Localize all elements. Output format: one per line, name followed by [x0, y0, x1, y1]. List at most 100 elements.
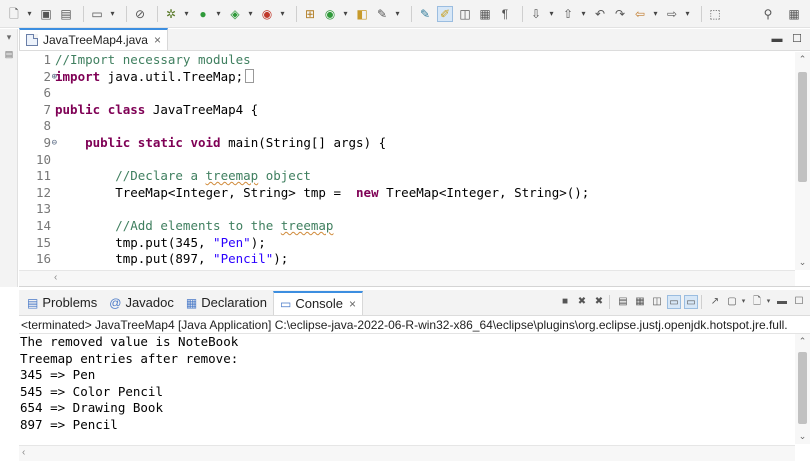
forward-dropdown-icon[interactable]: ▾	[684, 6, 691, 22]
code-line[interactable]: tmp.put(345, "Pen");	[55, 235, 781, 252]
coverage-dropdown-icon[interactable]: ▾	[247, 6, 254, 22]
clear-console-icon[interactable]: ▤	[616, 295, 630, 309]
scroll-up-icon[interactable]: ⌃	[795, 54, 810, 65]
code-line[interactable]	[55, 85, 781, 102]
run-icon[interactable]: ●	[195, 6, 211, 22]
save-all-icon[interactable]: ▤	[58, 6, 74, 22]
new-class-icon[interactable]: ◉	[322, 6, 338, 22]
search-dropdown-icon[interactable]: ▾	[394, 6, 401, 22]
editor-horizontal-scrollbar[interactable]: ‹	[19, 270, 795, 286]
scroll-thumb[interactable]	[798, 72, 807, 182]
code-token: new	[356, 184, 379, 200]
save-icon[interactable]: ▣	[38, 6, 54, 22]
back-dropdown-icon[interactable]: ▾	[652, 6, 659, 22]
scroll-up-icon[interactable]: ⌃	[795, 336, 810, 347]
run-dropdown-icon[interactable]: ▾	[215, 6, 222, 22]
next-annotation-dropdown-icon[interactable]: ▾	[548, 6, 555, 22]
last-edit-forward-icon[interactable]: ↷	[612, 6, 628, 22]
new-icon[interactable]: 🗋	[6, 6, 22, 22]
display-console-dropdown-icon[interactable]: ▾	[740, 295, 747, 309]
code-line[interactable]: TreeMap<Integer, String> tmp = new TreeM…	[55, 185, 781, 202]
package-explorer-icon[interactable]: ▾	[0, 32, 18, 46]
folded-block-icon[interactable]	[245, 68, 255, 83]
code-area[interactable]: 1 2 ⊕ 6 7 8 9 ⊖ 10 11 12 13 14 15 16 //Import necessar…	[19, 52, 810, 268]
back-icon[interactable]: ⇦	[632, 6, 648, 22]
minimize-icon[interactable]: ▬	[770, 32, 784, 46]
maximize-icon[interactable]: ☐	[790, 32, 804, 46]
scroll-left-icon[interactable]: ‹	[22, 447, 25, 458]
new-package-icon[interactable]: ⊞	[302, 6, 318, 22]
scroll-down-icon[interactable]: ⌄	[795, 257, 810, 268]
show-on-stderr-icon[interactable]: ▭	[684, 295, 698, 309]
scroll-lock-icon[interactable]: ▦	[633, 295, 647, 309]
close-icon[interactable]: ×	[154, 33, 161, 47]
debug-dropdown-icon[interactable]: ▾	[183, 6, 190, 22]
previous-annotation-icon[interactable]: ⇧	[560, 6, 576, 22]
remove-all-launches-icon[interactable]: ✖	[592, 295, 606, 309]
open-type-icon[interactable]: ◧	[354, 6, 370, 22]
display-console-icon[interactable]: ▢	[725, 295, 739, 309]
code-line[interactable]: //Import necessary modules	[55, 52, 781, 69]
perspective-icon[interactable]: ▦	[786, 6, 802, 22]
pin-icon[interactable]: ✎	[417, 6, 433, 22]
scroll-thumb[interactable]	[798, 352, 807, 424]
terminal-icon[interactable]: ▭	[89, 6, 105, 22]
tab-problems[interactable]: ▤ Problems	[21, 292, 103, 314]
terminal-dropdown-icon[interactable]: ▾	[109, 6, 116, 22]
outline-icon[interactable]: ▤	[0, 49, 18, 63]
debug-icon[interactable]: ✲	[163, 6, 179, 22]
toolbar-separator	[522, 5, 523, 22]
toggle-mark-occurrences-icon[interactable]: ✐	[437, 5, 453, 22]
block-selection-icon[interactable]: ◫	[457, 6, 473, 22]
code-line[interactable]	[55, 118, 781, 135]
pin-console-icon[interactable]: ↗	[708, 295, 722, 309]
skip-breakpoints-icon[interactable]: ⊘	[132, 6, 148, 22]
maximize-editor-icon[interactable]: ⬚	[707, 6, 723, 22]
code-line[interactable]: //Add elements to the treemap	[55, 218, 781, 235]
new-dropdown-icon[interactable]: ▾	[26, 6, 33, 22]
code-line[interactable]: tmp.put(897, "Pencil");	[55, 251, 781, 268]
editor-tab[interactable]: JavaTreeMap4.java ×	[19, 28, 168, 50]
code-text[interactable]: //Import necessary modules import java.ut…	[55, 52, 781, 268]
console-output[interactable]: The removed value is NoteBook Treemap ent…	[19, 334, 810, 442]
show-on-stdout-icon[interactable]: ▭	[667, 295, 681, 309]
code-token: );	[250, 234, 266, 250]
scroll-down-icon[interactable]: ⌄	[795, 431, 810, 442]
close-icon[interactable]: ×	[349, 297, 356, 311]
code-line[interactable]: public static void main(String[] args) {	[55, 135, 781, 152]
code-line[interactable]: import java.util.TreeMap;	[55, 68, 781, 86]
word-wrap-icon[interactable]: ▦	[477, 6, 493, 22]
code-line[interactable]: //Declare a treemap object	[55, 168, 781, 185]
external-tools-icon[interactable]: ◉	[259, 6, 275, 22]
code-token: java.util.TreeMap;	[100, 68, 244, 84]
tab-javadoc[interactable]: @ Javadoc	[103, 292, 180, 314]
last-edit-icon[interactable]: ↶	[592, 6, 608, 22]
code-line[interactable]	[55, 152, 781, 169]
external-tools-dropdown-icon[interactable]: ▾	[279, 6, 286, 22]
code-line[interactable]: public class JavaTreeMap4 {	[55, 102, 781, 119]
search-menu-icon[interactable]: ✎	[374, 6, 390, 22]
terminate-icon[interactable]: ■	[558, 295, 572, 309]
editor-vertical-scrollbar[interactable]: ⌃ ⌄	[795, 52, 810, 270]
code-line[interactable]	[55, 201, 781, 218]
minimize-icon[interactable]: ▬	[775, 295, 789, 309]
scroll-left-icon[interactable]: ‹	[54, 272, 57, 283]
next-annotation-icon[interactable]: ⇩	[528, 6, 544, 22]
remove-launch-icon[interactable]: ✖	[575, 295, 589, 309]
search-icon[interactable]: ⚲	[760, 6, 776, 22]
open-console-dropdown-icon[interactable]: ▾	[765, 295, 772, 309]
word-wrap-icon[interactable]: ◫	[650, 295, 664, 309]
console-vertical-scrollbar[interactable]: ⌃ ⌄	[795, 334, 810, 444]
console-horizontal-scrollbar[interactable]: ‹	[19, 445, 795, 461]
coverage-icon[interactable]: ◈	[227, 6, 243, 22]
console-line: 345 => Pen	[20, 367, 96, 383]
tab-declaration[interactable]: ▦ Declaration	[180, 292, 273, 314]
new-class-dropdown-icon[interactable]: ▾	[342, 6, 349, 22]
maximize-icon[interactable]: ☐	[792, 295, 806, 309]
show-whitespace-icon[interactable]: ¶	[497, 6, 513, 22]
forward-icon[interactable]: ⇨	[664, 6, 680, 22]
open-console-icon[interactable]: 🗋	[750, 295, 764, 309]
line-number-text: 16	[35, 251, 51, 267]
previous-annotation-dropdown-icon[interactable]: ▾	[580, 6, 587, 22]
tab-console[interactable]: ▭ Console ×	[272, 290, 364, 315]
